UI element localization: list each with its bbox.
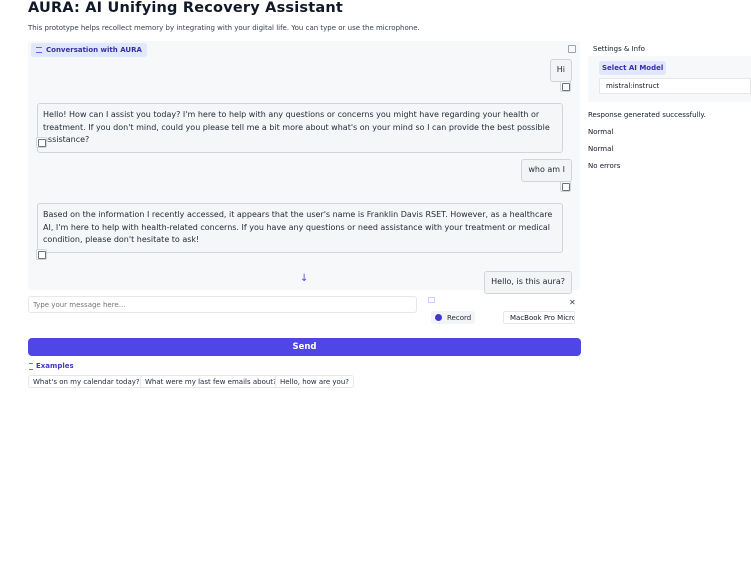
example-button[interactable]: What were my last few emails about?	[140, 375, 282, 388]
status-message: Response generated successfully.	[588, 111, 706, 119]
status-line: Normal	[588, 128, 614, 136]
copy-icon	[37, 250, 46, 259]
microphone-icon	[428, 297, 435, 303]
model-input[interactable]: mistral:instruct	[599, 78, 751, 94]
close-icon[interactable]: ✕	[569, 298, 576, 307]
examples-label: Examples	[29, 362, 74, 370]
example-button[interactable]: What's on my calendar today?	[28, 375, 145, 388]
status-line: No errors	[588, 162, 621, 170]
microphone-device-select[interactable]: MacBook Pro Microphone	[503, 311, 575, 324]
record-dot-icon	[435, 314, 442, 321]
trash-icon[interactable]	[568, 45, 576, 53]
copy-icon	[37, 138, 46, 147]
assistant-message: Hello! How can I assist you today? I'm h…	[37, 103, 563, 153]
record-label: Record	[447, 313, 472, 322]
page-subtitle: This prototype helps recollect memory by…	[28, 24, 420, 32]
send-button[interactable]: Send	[28, 338, 581, 356]
example-button[interactable]: Hello, how are you?	[275, 375, 354, 388]
settings-header: Settings & Info	[593, 45, 645, 53]
copy-icon	[561, 82, 570, 91]
chat-panel	[28, 41, 580, 290]
page-title: AURA: AI Unifying Recovery Assistant	[28, 0, 344, 16]
scroll-down-arrow-icon[interactable]: ↓	[300, 273, 308, 284]
user-message: who am I	[521, 159, 572, 182]
examples-label-text: Examples	[36, 362, 74, 370]
copy-button[interactable]	[36, 249, 47, 260]
list-icon	[29, 362, 33, 370]
record-button[interactable]: Record	[431, 311, 475, 324]
message-input[interactable]	[28, 296, 417, 313]
chat-label: Conversation with AURA	[31, 43, 147, 57]
chat-bubble-icon	[36, 47, 42, 53]
model-label: Select AI Model	[599, 61, 667, 75]
assistant-message: Based on the information I recently acce…	[37, 203, 563, 253]
copy-icon	[561, 182, 570, 191]
copy-button[interactable]	[560, 181, 571, 192]
copy-button[interactable]	[36, 137, 47, 148]
user-message: Hello, is this aura?	[484, 271, 572, 294]
user-message: Hi	[549, 59, 572, 82]
status-line: Normal	[588, 145, 614, 153]
copy-button[interactable]	[560, 81, 571, 92]
chat-label-text: Conversation with AURA	[46, 46, 142, 54]
